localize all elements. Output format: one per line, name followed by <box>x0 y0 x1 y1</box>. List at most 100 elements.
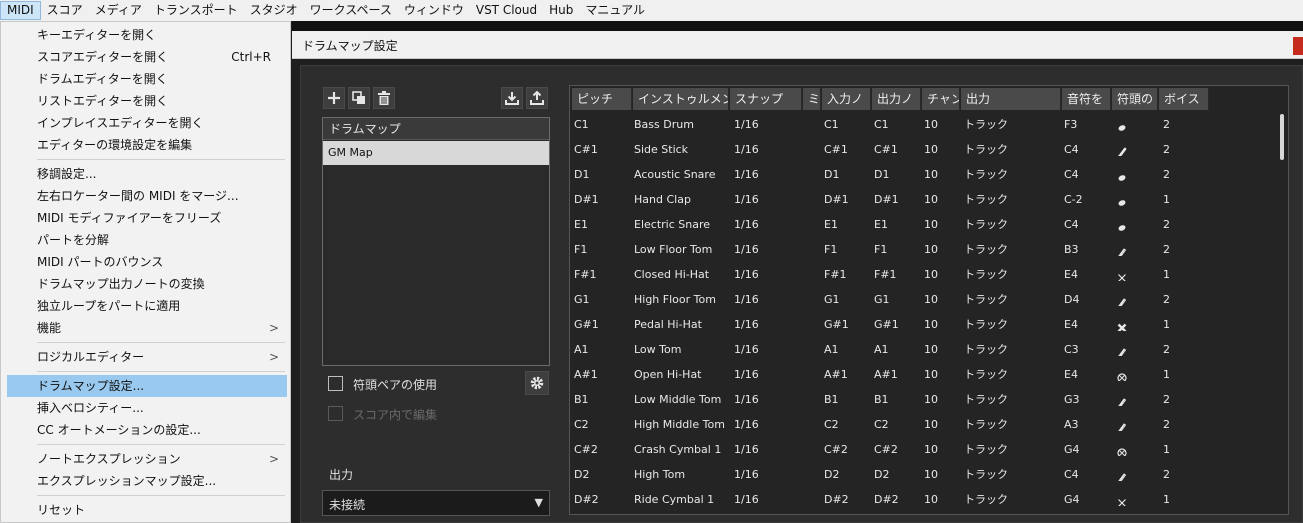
cell-output-note[interactable]: C#1 <box>874 137 920 162</box>
cell-channel[interactable]: 10 <box>924 387 958 412</box>
cell-output[interactable]: トラック <box>964 112 1060 137</box>
menubar-score[interactable]: スコア <box>41 1 89 20</box>
table-row[interactable]: C#1 Side Stick 1/16 C#1 C#1 10 トラック C4 2 <box>570 137 1275 162</box>
menu-item-open-list-editor[interactable]: リストエディターを開く <box>7 90 287 112</box>
cell-voice[interactable]: 1 <box>1163 437 1203 462</box>
cell-channel[interactable]: 10 <box>924 362 958 387</box>
menubar-window[interactable]: ウィンドウ <box>398 1 470 20</box>
cell-voice[interactable]: 1 <box>1163 262 1203 287</box>
menu-item-drum-map-output-conversion[interactable]: ドラムマップ出力ノートの変換 <box>7 273 287 295</box>
cell-instrument[interactable]: Crash Cymbal 1 <box>634 437 728 462</box>
cell-display-note[interactable]: C4 <box>1064 462 1110 487</box>
menubar-media[interactable]: メディア <box>89 1 148 20</box>
column-header-voice[interactable]: ボイス <box>1159 88 1209 110</box>
cell-output[interactable]: トラック <box>964 262 1060 287</box>
menu-item-note-expression[interactable]: ノートエクスプレッション > <box>7 448 287 470</box>
table-row[interactable]: D2 High Tom 1/16 D2 D2 10 トラック C4 2 <box>570 462 1275 487</box>
output-select[interactable]: 未接続 ▼ <box>322 490 550 516</box>
column-header-output[interactable]: 出力 <box>961 88 1061 110</box>
cell-channel[interactable]: 10 <box>924 412 958 437</box>
cell-voice[interactable]: 1 <box>1163 187 1203 212</box>
cell-output-note[interactable]: D#2 <box>874 487 920 512</box>
cell-snap[interactable]: 1/16 <box>734 412 800 437</box>
cell-display-note[interactable]: E4 <box>1064 262 1110 287</box>
cell-voice[interactable]: 2 <box>1163 112 1203 137</box>
cell-snap[interactable]: 1/16 <box>734 437 800 462</box>
cell-pitch[interactable]: C#1 <box>574 137 630 162</box>
note-head-circle-cross-icon[interactable] <box>1116 443 1156 456</box>
cell-instrument[interactable]: Low Tom <box>634 337 728 362</box>
menu-item-apply-loop[interactable]: 独立ループをパートに適用 <box>7 295 287 317</box>
cell-output-note[interactable]: E1 <box>874 212 920 237</box>
cell-pitch[interactable]: D2 <box>574 462 630 487</box>
add-map-button[interactable] <box>323 87 345 109</box>
cell-display-note[interactable]: C4 <box>1064 162 1110 187</box>
note-head-filled-icon[interactable] <box>1116 168 1156 181</box>
cell-display-note[interactable]: C4 <box>1064 137 1110 162</box>
cell-output[interactable]: トラック <box>964 437 1060 462</box>
cell-voice[interactable]: 2 <box>1163 137 1203 162</box>
cell-voice[interactable]: 2 <box>1163 237 1203 262</box>
cell-output-note[interactable]: F#1 <box>874 262 920 287</box>
menu-item-open-score-editor[interactable]: スコアエディターを開く Ctrl+R <box>7 46 287 68</box>
cell-instrument[interactable]: Side Stick <box>634 137 728 162</box>
cell-instrument[interactable]: Electric Snare <box>634 212 728 237</box>
cell-output[interactable]: トラック <box>964 287 1060 312</box>
menu-item-freeze-modifiers[interactable]: MIDI モディファイアーをフリーズ <box>7 207 287 229</box>
cell-pitch[interactable]: G1 <box>574 287 630 312</box>
menu-item-reset[interactable]: リセット <box>7 499 287 521</box>
cell-pitch[interactable]: A1 <box>574 337 630 362</box>
cell-snap[interactable]: 1/16 <box>734 237 800 262</box>
cell-pitch[interactable]: B1 <box>574 387 630 412</box>
table-row[interactable]: F1 Low Floor Tom 1/16 F1 F1 10 トラック B3 2 <box>570 237 1275 262</box>
note-head-slash-icon[interactable] <box>1116 143 1156 156</box>
cell-input-note[interactable]: A#1 <box>824 362 870 387</box>
drum-map-list-item[interactable]: GM Map <box>323 141 549 165</box>
cell-display-note[interactable]: D4 <box>1064 287 1110 312</box>
cell-pitch[interactable]: D#1 <box>574 187 630 212</box>
menu-item-open-key-editor[interactable]: キーエディターを開く <box>7 24 287 46</box>
cell-instrument[interactable]: High Floor Tom <box>634 287 728 312</box>
note-head-slash-open-icon[interactable] <box>1116 293 1156 306</box>
cell-channel[interactable]: 10 <box>924 212 958 237</box>
note-head-slash-open-icon[interactable] <box>1116 468 1156 481</box>
table-row[interactable]: A#1 Open Hi-Hat 1/16 A#1 A#1 10 トラック E4 1 <box>570 362 1275 387</box>
cell-instrument[interactable]: Acoustic Snare <box>634 162 728 187</box>
cell-pitch[interactable]: D#2 <box>574 487 630 512</box>
note-head-slash-open-icon[interactable] <box>1116 243 1156 256</box>
note-head-filled-icon[interactable] <box>1116 218 1156 231</box>
cell-output[interactable]: トラック <box>964 137 1060 162</box>
menubar-manual[interactable]: マニュアル <box>579 1 651 20</box>
cell-instrument[interactable]: Hand Clap <box>634 187 728 212</box>
cell-output-note[interactable]: D2 <box>874 462 920 487</box>
note-head-filled-icon[interactable] <box>1116 193 1156 206</box>
cell-input-note[interactable]: F1 <box>824 237 870 262</box>
note-head-slash-open-icon[interactable] <box>1116 418 1156 431</box>
cell-input-note[interactable]: E1 <box>824 212 870 237</box>
cell-output[interactable]: トラック <box>964 312 1060 337</box>
cell-output[interactable]: トラック <box>964 487 1060 512</box>
cell-output[interactable]: トラック <box>964 237 1060 262</box>
column-header-head-symbol[interactable]: 符頭の <box>1112 88 1158 110</box>
cell-output-note[interactable]: D#1 <box>874 187 920 212</box>
cell-snap[interactable]: 1/16 <box>734 212 800 237</box>
cell-snap[interactable]: 1/16 <box>734 312 800 337</box>
note-head-cross-icon[interactable] <box>1116 268 1156 281</box>
menu-item-insert-velocity[interactable]: 挿入ベロシティー... <box>7 397 287 419</box>
cell-display-note[interactable]: G4 <box>1064 437 1110 462</box>
import-map-button[interactable] <box>501 87 523 109</box>
cell-output-note[interactable]: C2 <box>874 412 920 437</box>
cell-display-note[interactable]: C-2 <box>1064 187 1110 212</box>
note-head-slash-open-icon[interactable] <box>1116 343 1156 356</box>
table-row[interactable]: C1 Bass Drum 1/16 C1 C1 10 トラック F3 2 <box>570 112 1275 137</box>
cell-channel[interactable]: 10 <box>924 312 958 337</box>
table-row[interactable]: C#2 Crash Cymbal 1 1/16 C#2 C#2 10 トラック G4 1 <box>570 437 1275 462</box>
cell-snap[interactable]: 1/16 <box>734 112 800 137</box>
column-header-input-note[interactable]: 入力ノ <box>822 88 871 110</box>
cell-display-note[interactable]: C3 <box>1064 337 1110 362</box>
cell-pitch[interactable]: E1 <box>574 212 630 237</box>
head-pair-settings-button[interactable] <box>525 371 549 395</box>
cell-output-note[interactable]: A#1 <box>874 362 920 387</box>
cell-output-note[interactable]: B1 <box>874 387 920 412</box>
scrollbar-track[interactable] <box>1278 112 1286 514</box>
